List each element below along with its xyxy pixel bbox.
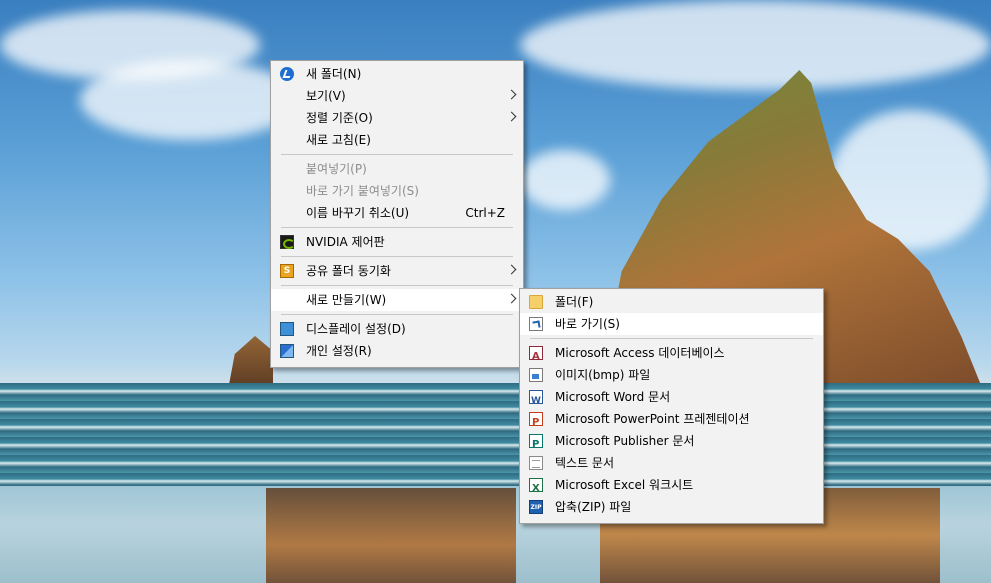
- folder-icon: [529, 295, 543, 309]
- menu-item-label: Microsoft Excel 워크시트: [555, 478, 694, 492]
- zip-icon: ZIP: [529, 500, 543, 514]
- menu-item-label: 붙여넣기(P): [306, 162, 367, 176]
- submenu-item-word-document[interactable]: Microsoft Word 문서: [520, 386, 823, 412]
- chevron-right-icon: [506, 111, 517, 122]
- menu-item-new-folder[interactable]: 새 폴더(N): [271, 63, 523, 85]
- shortcut-icon: [529, 317, 543, 331]
- menu-item-refresh[interactable]: 새로 고침(E): [271, 129, 523, 151]
- text-document-icon: [529, 456, 543, 470]
- menu-item-label: 보기(V): [306, 89, 346, 103]
- menu-item-label: 이름 바꾸기 취소(U): [306, 206, 410, 220]
- submenu-item-shortcut[interactable]: 바로 가기(S): [520, 313, 823, 335]
- menu-item-personalize[interactable]: 개인 설정(R): [271, 340, 523, 362]
- sync-icon: S: [280, 264, 294, 278]
- cloud: [80, 60, 300, 140]
- menu-item-label: Microsoft Publisher 문서: [555, 434, 695, 448]
- bitmap-icon: [529, 368, 543, 382]
- menu-item-label: 개인 설정(R): [306, 344, 372, 358]
- chevron-right-icon: [506, 293, 517, 304]
- menu-item-label: 바로 가기(S): [555, 317, 620, 331]
- menu-item-label: Microsoft PowerPoint 프레젠테이션: [555, 412, 750, 426]
- menu-item-label: 새 폴더(N): [306, 67, 362, 81]
- chevron-right-icon: [506, 264, 517, 275]
- access-icon: [529, 346, 543, 368]
- menu-item-label: 바로 가기 붙여넣기(S): [306, 184, 419, 198]
- menu-separator: [281, 256, 513, 257]
- submenu-item-folder[interactable]: 폴더(F): [520, 291, 823, 313]
- menu-separator: [281, 285, 513, 286]
- powerpoint-icon: [529, 412, 543, 434]
- menu-item-label: 압축(ZIP) 파일: [555, 500, 632, 514]
- submenu-item-text-document[interactable]: 텍스트 문서: [520, 452, 823, 474]
- display-icon: [280, 322, 294, 336]
- menu-item-shared-folder-sync[interactable]: S 공유 폴더 동기화: [271, 260, 523, 282]
- new-submenu: 폴더(F) 바로 가기(S) Microsoft Access 데이터베이스 이…: [519, 288, 824, 524]
- sea-waves: [0, 383, 991, 488]
- cloud: [520, 0, 991, 90]
- menu-item-paste-shortcut: 바로 가기 붙여넣기(S): [271, 180, 523, 202]
- menu-separator: [530, 338, 813, 339]
- menu-item-label: NVIDIA 제어판: [306, 235, 385, 249]
- menu-item-label: 텍스트 문서: [555, 456, 615, 470]
- menu-item-new[interactable]: 새로 만들기(W): [271, 289, 523, 311]
- menu-item-label: 정렬 기준(O): [306, 111, 373, 125]
- rock-reflection: [266, 488, 516, 583]
- nvidia-icon: [280, 235, 295, 249]
- submenu-item-publisher[interactable]: Microsoft Publisher 문서: [520, 430, 823, 456]
- menu-item-shortcut: Ctrl+Z: [465, 206, 505, 220]
- publisher-icon: [529, 434, 543, 456]
- menu-item-label: 이미지(bmp) 파일: [555, 368, 651, 382]
- menu-item-label: 새로 만들기(W): [306, 293, 387, 307]
- small-rock: [228, 336, 273, 390]
- menu-item-label: 폴더(F): [555, 295, 594, 309]
- submenu-item-access-database[interactable]: Microsoft Access 데이터베이스: [520, 342, 823, 368]
- menu-item-view[interactable]: 보기(V): [271, 85, 523, 107]
- word-icon: [529, 390, 543, 412]
- menu-separator: [281, 227, 513, 228]
- submenu-item-excel-worksheet[interactable]: Microsoft Excel 워크시트: [520, 474, 823, 500]
- menu-item-paste: 붙여넣기(P): [271, 158, 523, 180]
- submenu-item-zip-file[interactable]: ZIP 압축(ZIP) 파일: [520, 496, 823, 518]
- desktop-context-menu: 새 폴더(N) 보기(V) 정렬 기준(O) 새로 고침(E) 붙여넣기(P) …: [270, 60, 524, 368]
- menu-item-nvidia-control-panel[interactable]: NVIDIA 제어판: [271, 231, 523, 253]
- menu-item-label: 공유 폴더 동기화: [306, 264, 391, 278]
- menu-item-label: Microsoft Access 데이터베이스: [555, 346, 725, 360]
- cloud: [520, 150, 610, 210]
- menu-separator: [281, 314, 513, 315]
- menu-item-label: 디스플레이 설정(D): [306, 322, 406, 336]
- menu-item-label: Microsoft Word 문서: [555, 390, 671, 404]
- new-folder-icon: [280, 67, 294, 81]
- submenu-item-powerpoint[interactable]: Microsoft PowerPoint 프레젠테이션: [520, 408, 823, 434]
- submenu-item-bitmap-image[interactable]: 이미지(bmp) 파일: [520, 364, 823, 386]
- chevron-right-icon: [506, 89, 517, 100]
- menu-item-sort-by[interactable]: 정렬 기준(O): [271, 107, 523, 129]
- menu-item-undo-rename[interactable]: 이름 바꾸기 취소(U) Ctrl+Z: [271, 202, 523, 224]
- personalize-icon: [280, 344, 294, 358]
- menu-item-display-settings[interactable]: 디스플레이 설정(D): [271, 318, 523, 340]
- menu-separator: [281, 154, 513, 155]
- menu-item-label: 새로 고침(E): [306, 133, 371, 147]
- excel-icon: [529, 478, 543, 500]
